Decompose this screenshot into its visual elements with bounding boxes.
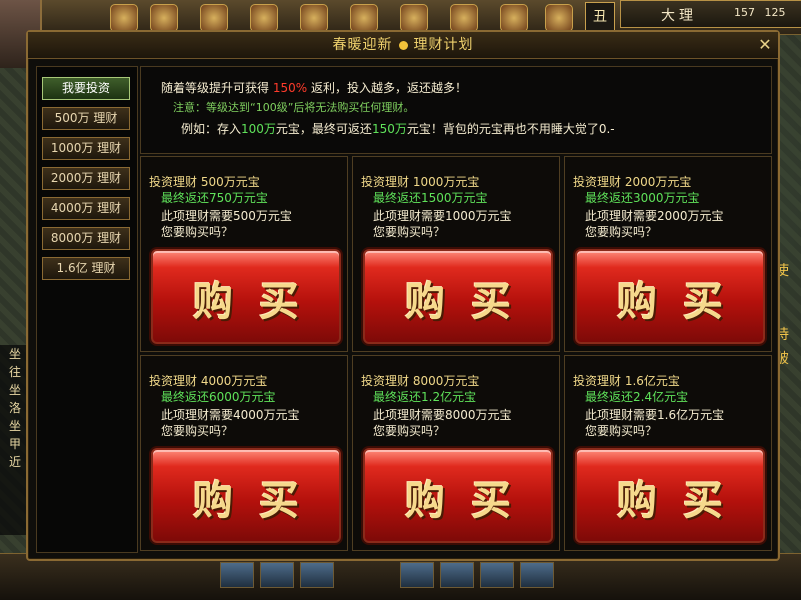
buy-button[interactable]: 购买 <box>575 249 765 344</box>
example-deposit: 100万 <box>241 122 276 136</box>
dialog-title: 春暖迎新 理财计划 <box>28 32 778 59</box>
buy-button[interactable]: 购买 <box>363 448 553 543</box>
sidebar-item-invest[interactable]: 我要投资 <box>42 77 130 100</box>
plan-title: 投资理财 1.6亿元宝 <box>573 374 680 388</box>
sidebar-item-8000w[interactable]: 8000万 理财 <box>42 227 130 250</box>
plan-return: 最终返还750万元宝 <box>161 191 268 205</box>
buy-label: 购买 <box>193 278 325 325</box>
info-line-example: 例如：存入100万元宝，最终可返还150万元宝！背包的元宝再也不用睡大觉了0.- <box>181 122 615 136</box>
hotbar-slot-icon[interactable] <box>440 562 474 588</box>
minimap-location-bar: 大理 157 125 <box>620 0 801 28</box>
plan-title: 投资理财 1000万元宝 <box>361 175 480 189</box>
calendar-icon[interactable]: 丑 <box>585 2 615 32</box>
title-right: 理财计划 <box>413 37 474 53</box>
skill-slot-icon[interactable] <box>300 4 328 32</box>
plan-question: 您要购买吗？ <box>585 424 658 438</box>
hotbar-slot-icon[interactable] <box>220 562 254 588</box>
plan-return: 最终返还2.4亿元宝 <box>585 390 689 404</box>
hotbar-slot-icon[interactable] <box>300 562 334 588</box>
sidebar-item-500w[interactable]: 500万 理财 <box>42 107 130 130</box>
hotbar-slot-icon[interactable] <box>480 562 514 588</box>
buy-label: 购买 <box>405 278 537 325</box>
skill-slot-icon[interactable] <box>250 4 278 32</box>
info-line-notice: 注意：等级达到“100级”后将无法购买任何理财。 <box>173 101 415 114</box>
plan-return: 最终返还1500万元宝 <box>373 191 488 205</box>
buy-label: 购买 <box>617 477 749 524</box>
plan-cost: 此项理财需要500万元宝 <box>161 209 292 223</box>
buy-label: 购买 <box>617 278 749 325</box>
buy-button[interactable]: 购买 <box>151 448 341 543</box>
plan-question: 您要购买吗？ <box>161 225 234 239</box>
skill-slot-icon[interactable] <box>110 4 138 32</box>
plan-sidebar: 我要投资 500万 理财 1000万 理财 2000万 理财 4000万 理财 … <box>36 66 138 553</box>
title-left: 春暖迎新 <box>332 37 393 53</box>
plan-question: 您要购买吗？ <box>373 424 446 438</box>
info-box: 随着等级提升可获得 150% 返利，投入越多，返还越多！ 注意：等级达到“100… <box>140 66 772 154</box>
plan-cost: 此项理财需要1.6亿万元宝 <box>585 408 725 422</box>
example-return: 150万 <box>371 122 407 136</box>
plan-return: 最终返还6000万元宝 <box>161 390 276 404</box>
skill-slot-icon[interactable] <box>545 4 573 32</box>
sidebar-item-1000w[interactable]: 1000万 理财 <box>42 137 130 160</box>
skill-slot-icon[interactable] <box>150 4 178 32</box>
hotbar-slot-icon[interactable] <box>400 562 434 588</box>
plan-cost: 此项理财需要8000万元宝 <box>373 408 512 422</box>
player-coords: 157 125 <box>734 6 786 19</box>
plan-card-1000w: 投资理财 1000万元宝 最终返还1500万元宝 此项理财需要1000万元宝 您… <box>352 156 560 352</box>
close-button[interactable]: ✕ <box>756 36 774 54</box>
plan-cost: 此项理财需要2000万元宝 <box>585 209 724 223</box>
title-dot-icon <box>398 40 408 50</box>
finance-plan-dialog: ✥ 春暖迎新理财计划 ✕ 我要投资 500万 理财 1000万 理财 2000万… <box>26 30 780 561</box>
plan-card-2000w: 投资理财 2000万元宝 最终返还3000万元宝 此项理财需要2000万元宝 您… <box>564 156 772 352</box>
plan-question: 您要购买吗？ <box>161 424 234 438</box>
sidebar-item-4000w[interactable]: 4000万 理财 <box>42 197 130 220</box>
plan-card-1-6yi: 投资理财 1.6亿元宝 最终返还2.4亿元宝 此项理财需要1.6亿万元宝 您要购… <box>564 355 772 551</box>
rebate-percent: 150% <box>272 81 308 95</box>
buy-button[interactable]: 购买 <box>575 448 765 543</box>
skill-slot-icon[interactable] <box>400 4 428 32</box>
plan-card-8000w: 投资理财 8000万元宝 最终返还1.2亿元宝 此项理财需要8000万元宝 您要… <box>352 355 560 551</box>
sidebar-item-1-6yi[interactable]: 1.6亿 理财 <box>42 257 130 280</box>
buy-label: 购买 <box>405 477 537 524</box>
plan-title: 投资理财 500万元宝 <box>149 175 260 189</box>
info-line-rebate: 随着等级提升可获得 150% 返利，投入越多，返还越多！ <box>161 81 467 95</box>
skill-slot-icon[interactable] <box>500 4 528 32</box>
plan-title: 投资理财 2000万元宝 <box>573 175 692 189</box>
plan-card-4000w: 投资理财 4000万元宝 最终返还6000万元宝 此项理财需要4000万元宝 您… <box>140 355 348 551</box>
plan-title: 投资理财 4000万元宝 <box>149 374 268 388</box>
sidebar-item-2000w[interactable]: 2000万 理财 <box>42 167 130 190</box>
buy-button[interactable]: 购买 <box>151 249 341 344</box>
skill-slot-icon[interactable] <box>350 4 378 32</box>
plan-cost: 此项理财需要1000万元宝 <box>373 209 512 223</box>
plan-question: 您要购买吗？ <box>585 225 658 239</box>
plan-question: 您要购买吗？ <box>373 225 446 239</box>
hotbar-slot-icon[interactable] <box>260 562 294 588</box>
plan-return: 最终返还3000万元宝 <box>585 191 700 205</box>
plan-cost: 此项理财需要4000万元宝 <box>161 408 300 422</box>
plan-title: 投资理财 8000万元宝 <box>361 374 480 388</box>
buy-button[interactable]: 购买 <box>363 249 553 344</box>
skill-slot-icon[interactable] <box>450 4 478 32</box>
hotbar-slot-icon[interactable] <box>520 562 554 588</box>
zone-name: 大理 <box>661 8 697 24</box>
skill-slot-icon[interactable] <box>200 4 228 32</box>
plan-card-500w: 投资理财 500万元宝 最终返还750万元宝 此项理财需要500万元宝 您要购买… <box>140 156 348 352</box>
plan-return: 最终返还1.2亿元宝 <box>373 390 477 404</box>
buy-label: 购买 <box>193 477 325 524</box>
